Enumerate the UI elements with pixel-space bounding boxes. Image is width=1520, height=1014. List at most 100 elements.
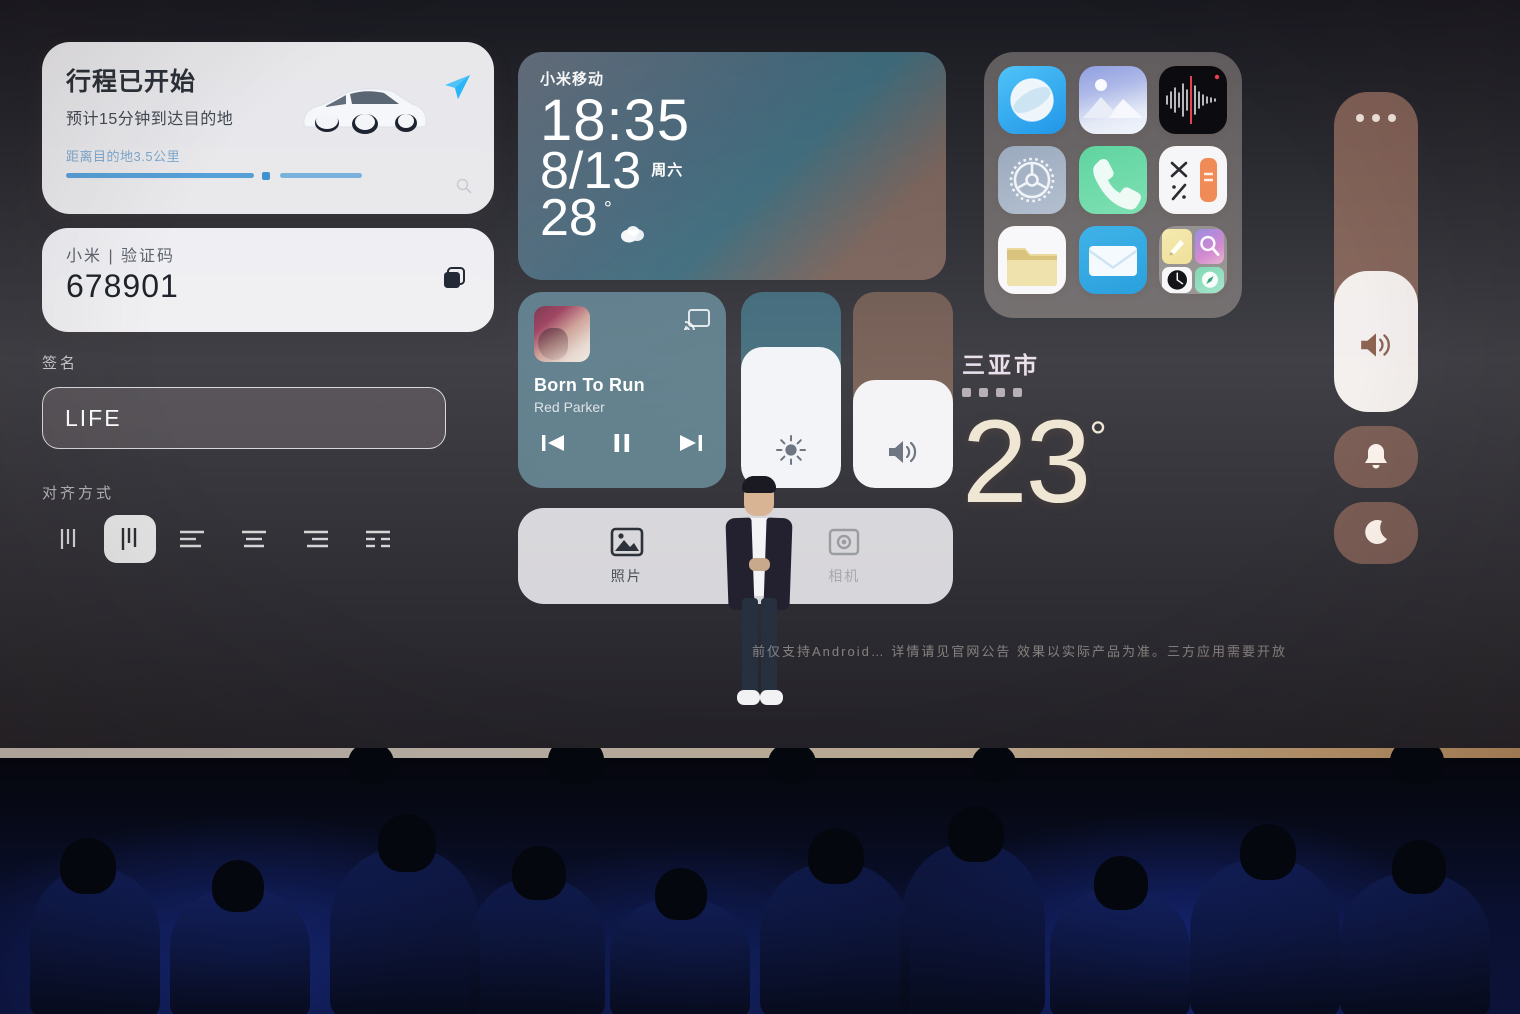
presenter-hands-final: [749, 558, 770, 571]
strip-volume-icon-wrap: [1334, 330, 1418, 360]
audience-head: [548, 748, 604, 784]
volume-icon: [889, 441, 917, 463]
settings-icon[interactable]: [998, 146, 1066, 214]
brightness-slider-fill: [741, 346, 841, 488]
clock-weekday: 周六: [651, 161, 684, 179]
music-player-widget[interactable]: Born To Run Red Parker: [518, 292, 726, 488]
audience-head: [655, 868, 707, 920]
browser-icon[interactable]: [998, 66, 1066, 134]
audience-head: [948, 806, 1004, 862]
camera-icon: [829, 528, 860, 555]
folder-group-icon[interactable]: [1159, 226, 1228, 294]
mail-icon[interactable]: [1078, 226, 1147, 294]
trip-progress-bar[interactable]: [66, 172, 362, 180]
compass-icon[interactable]: [1194, 266, 1225, 294]
presenter: [704, 472, 812, 728]
audience-head: [348, 748, 394, 784]
trip-progress-marker: [262, 172, 270, 180]
search-icon[interactable]: [1194, 229, 1225, 264]
do-not-disturb-moon-icon: [1365, 520, 1387, 545]
trip-distance: 距离目的地3.5公里: [66, 149, 181, 164]
ringer-bell-icon: [1365, 444, 1387, 469]
volume-slider[interactable]: [853, 292, 953, 488]
signature-input[interactable]: LIFE: [42, 387, 446, 449]
stage-edge: [0, 748, 1520, 758]
audience-head: [768, 748, 816, 784]
more-dots-icon[interactable]: [1334, 114, 1418, 122]
search-icon[interactable]: [456, 178, 472, 194]
audience-silhouette: [900, 843, 1045, 1014]
ringer-bell-button[interactable]: [1334, 426, 1418, 488]
music-controls: [534, 431, 710, 455]
notes-icon[interactable]: [1162, 229, 1192, 264]
clock-time: 18:35: [540, 88, 691, 153]
presenter-hair-top: [742, 476, 776, 493]
next-track-icon[interactable]: [678, 432, 704, 454]
clock-degree-symbol: °: [603, 197, 612, 220]
disclaimer-text: 前仅支持Android… 详情请见官网公告 效果以实际产品为准。三方应用需要开放: [752, 644, 1288, 659]
brightness-icon-wrap: [741, 434, 841, 466]
gallery-icon[interactable]: [1078, 66, 1147, 134]
do-not-disturb-button[interactable]: [1334, 502, 1418, 564]
keynote-stage: 行程已开始 预计15分钟到达目的地 距离目的地3.5公里 小米 | 验证码 67…: [0, 0, 1520, 1014]
trip-progress-filled: [66, 173, 254, 178]
clock-temperature-row: 28 °: [540, 188, 924, 247]
shortcut-camera-label: 相机: [828, 567, 861, 584]
photos-icon: [610, 527, 644, 556]
alignment-label: 对齐方式: [42, 485, 115, 502]
audience-head: [212, 860, 264, 912]
audience-silhouette: [330, 848, 480, 1014]
files-icon[interactable]: [998, 226, 1066, 294]
audience-head: [1390, 748, 1444, 784]
phone-icon[interactable]: [1078, 146, 1147, 214]
trip-notification-card[interactable]: 行程已开始 预计15分钟到达目的地 距离目的地3.5公里: [42, 42, 494, 214]
clock-icon[interactable]: [1162, 266, 1192, 294]
car-icon: [303, 88, 427, 134]
recorder-icon[interactable]: [1159, 66, 1228, 134]
strip-volume-slider[interactable]: [1334, 92, 1418, 412]
audience-silhouette: [1190, 858, 1340, 1014]
audience-head: [972, 748, 1016, 782]
weather-city: 三亚市: [962, 352, 1040, 378]
volume-icon-wrap: [853, 438, 953, 466]
song-title: Born To Run: [534, 375, 645, 395]
lockscreen-clock-widget[interactable]: 小米移动 18:35 8/13 周六 28 °: [518, 52, 946, 280]
audience-head: [378, 814, 436, 872]
presenter-shoe-right: [760, 690, 783, 705]
pause-icon[interactable]: [610, 431, 634, 455]
cast-icon[interactable]: [684, 308, 710, 330]
album-art[interactable]: [534, 306, 590, 362]
weather-temperature: 23: [962, 396, 1091, 528]
audience-head: [512, 846, 566, 900]
weather-temperature-row: 23 °: [962, 403, 1244, 521]
audience-head: [808, 828, 864, 884]
app-grid: [998, 66, 1228, 294]
cloud-icon: [620, 225, 644, 243]
align-vertical-left-button[interactable]: [104, 515, 156, 563]
dot: [1356, 114, 1364, 122]
audience-silhouette: [1340, 873, 1490, 1014]
dot: [1372, 114, 1380, 122]
right-control-strip: [1334, 92, 1418, 572]
brightness-slider[interactable]: [741, 292, 841, 488]
previous-track-icon[interactable]: [540, 432, 566, 454]
align-center-button[interactable]: [228, 515, 280, 563]
weather-degree-symbol: °: [1089, 413, 1107, 462]
audience-head: [1094, 856, 1148, 910]
dot: [1388, 114, 1396, 122]
app-grid-panel: [984, 52, 1242, 318]
align-justify-button[interactable]: [352, 515, 404, 563]
copy-icon[interactable]: [440, 264, 468, 292]
clock-temperature: 28: [540, 188, 598, 247]
shortcut-photos[interactable]: 照片: [518, 527, 736, 586]
weather-widget[interactable]: 三亚市 23 °: [962, 346, 1244, 568]
verification-code-card[interactable]: 小米 | 验证码 678901: [42, 228, 494, 332]
carrier-label: 小米移动: [540, 71, 605, 88]
verification-code-value: 678901: [66, 268, 179, 304]
volume-icon: [1361, 333, 1390, 357]
calculator-icon[interactable]: [1159, 146, 1228, 214]
brightness-icon: [776, 435, 806, 465]
align-left-button[interactable]: [166, 515, 218, 563]
align-right-button[interactable]: [290, 515, 342, 563]
align-vertical-right-button[interactable]: [42, 515, 94, 563]
